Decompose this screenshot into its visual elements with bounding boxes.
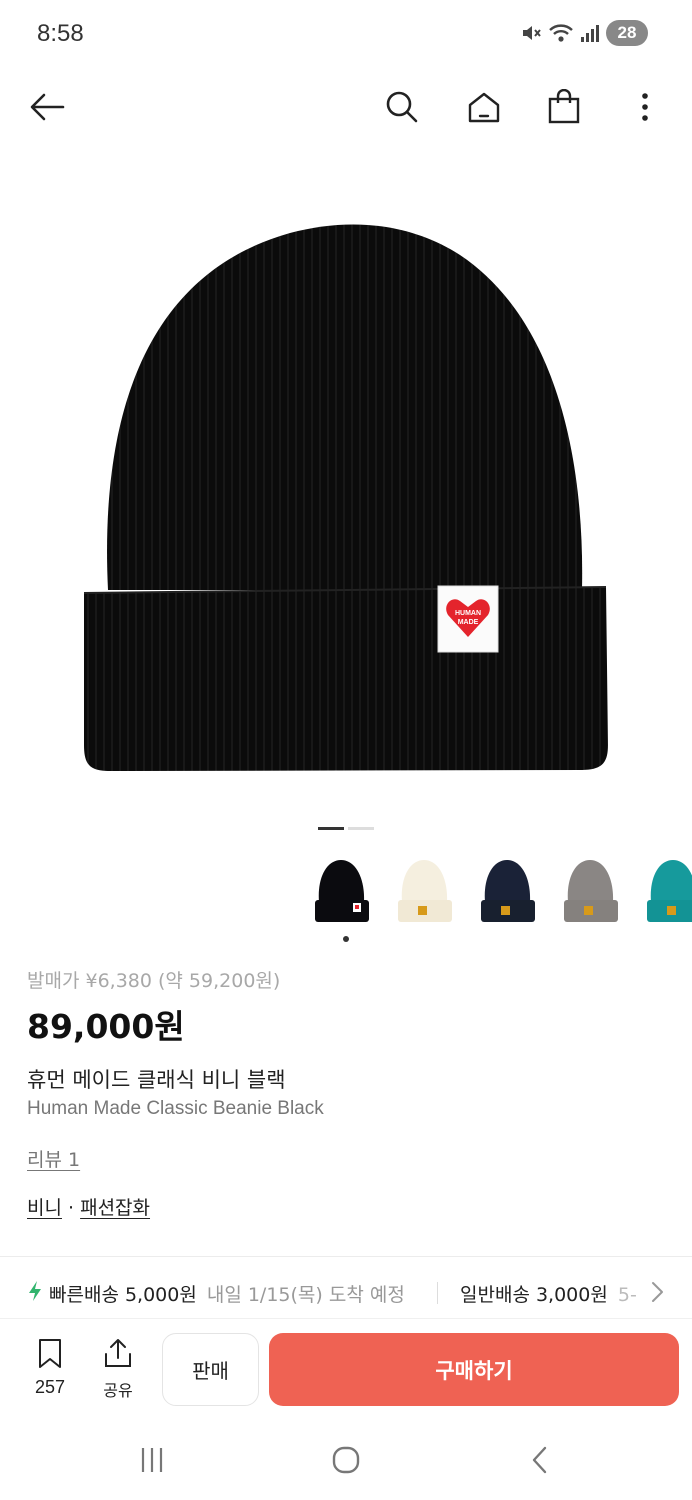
buy-button[interactable]: 구매하기	[269, 1333, 679, 1406]
fast-shipping-eta: 내일 1/15(목) 도착 예정	[206, 1284, 405, 1306]
share-label: 공유	[103, 1381, 133, 1400]
price: 89,000원	[27, 1007, 185, 1046]
search-icon[interactable]	[380, 85, 424, 129]
review-link[interactable]: 리뷰 1	[27, 1145, 80, 1172]
variant-thumb-black[interactable]	[309, 852, 372, 930]
category-link-beanie[interactable]: 비니	[27, 1197, 62, 1219]
signal-icon	[580, 22, 600, 44]
release-price: 발매가 ¥6,380 (약 59,200원)	[27, 970, 281, 992]
system-nav-bar	[0, 1418, 692, 1500]
fast-shipping-label: 빠른배송 5,000원	[49, 1284, 197, 1306]
normal-shipping-label: 일반배송 3,000원	[460, 1284, 608, 1306]
shipping-separator	[437, 1282, 438, 1304]
variant-thumb-cream[interactable]	[392, 852, 455, 930]
status-icons: 28	[520, 20, 648, 46]
bookmark-button[interactable]: 257	[24, 1337, 76, 1398]
home-circle-icon[interactable]	[324, 1438, 368, 1482]
image-page-indicator	[318, 827, 374, 830]
recent-apps-icon[interactable]	[130, 1438, 174, 1482]
wifi-icon	[548, 22, 574, 44]
mute-icon	[520, 22, 542, 44]
svg-text:MADE: MADE	[458, 619, 479, 626]
variant-thumb-teal[interactable]	[641, 852, 692, 930]
status-time: 8:58	[37, 20, 84, 47]
divider	[0, 1256, 692, 1257]
page-indicator-active	[318, 827, 344, 830]
status-bar: 8:58 28	[0, 0, 692, 70]
svg-text:HUMAN: HUMAN	[455, 610, 481, 617]
selected-variant-dot	[343, 936, 349, 942]
product-name-ko: 휴먼 메이드 클래식 비니 블랙	[27, 1068, 286, 1092]
battery-icon: 28	[606, 20, 648, 46]
home-icon[interactable]	[462, 85, 506, 129]
fast-shipping[interactable]: 빠른배송 5,000원 내일 1/15(목) 도착 예정	[27, 1280, 405, 1307]
variant-thumb-navy[interactable]	[475, 852, 538, 930]
more-vertical-icon[interactable]	[623, 85, 667, 129]
category-link-fashion[interactable]: 패션잡화	[80, 1197, 150, 1219]
chevron-right-icon[interactable]	[650, 1278, 666, 1311]
back-arrow-icon[interactable]	[25, 85, 69, 129]
share-button[interactable]: 공유	[92, 1337, 144, 1401]
product-image[interactable]: HUMAN MADE	[60, 205, 632, 795]
share-icon	[102, 1337, 134, 1373]
color-variant-list	[309, 852, 692, 930]
normal-shipping[interactable]: 일반배송 3,000원 5-	[460, 1280, 637, 1307]
sell-button[interactable]: 판매	[162, 1333, 259, 1406]
variant-thumb-gray[interactable]	[558, 852, 621, 930]
lightning-icon	[27, 1280, 43, 1307]
shopping-bag-icon[interactable]	[542, 85, 586, 129]
header	[0, 75, 692, 139]
shipping-options[interactable]: 빠른배송 5,000원 내일 1/15(목) 도착 예정 일반배송 3,000원…	[0, 1268, 692, 1316]
brand-label: HUMAN MADE	[437, 585, 499, 653]
page-indicator-inactive	[348, 827, 374, 830]
product-name-en: Human Made Classic Beanie Black	[27, 1098, 324, 1119]
category-breadcrumb: 비니 · 패션잡화	[27, 1193, 150, 1220]
bottom-action-bar: 257 공유 판매 구매하기	[0, 1318, 692, 1418]
category-separator: ·	[61, 1197, 81, 1219]
bookmark-count: 257	[34, 1377, 66, 1397]
normal-shipping-eta: 5-	[617, 1284, 637, 1306]
back-chevron-icon[interactable]	[518, 1438, 562, 1482]
bookmark-icon	[34, 1337, 66, 1373]
